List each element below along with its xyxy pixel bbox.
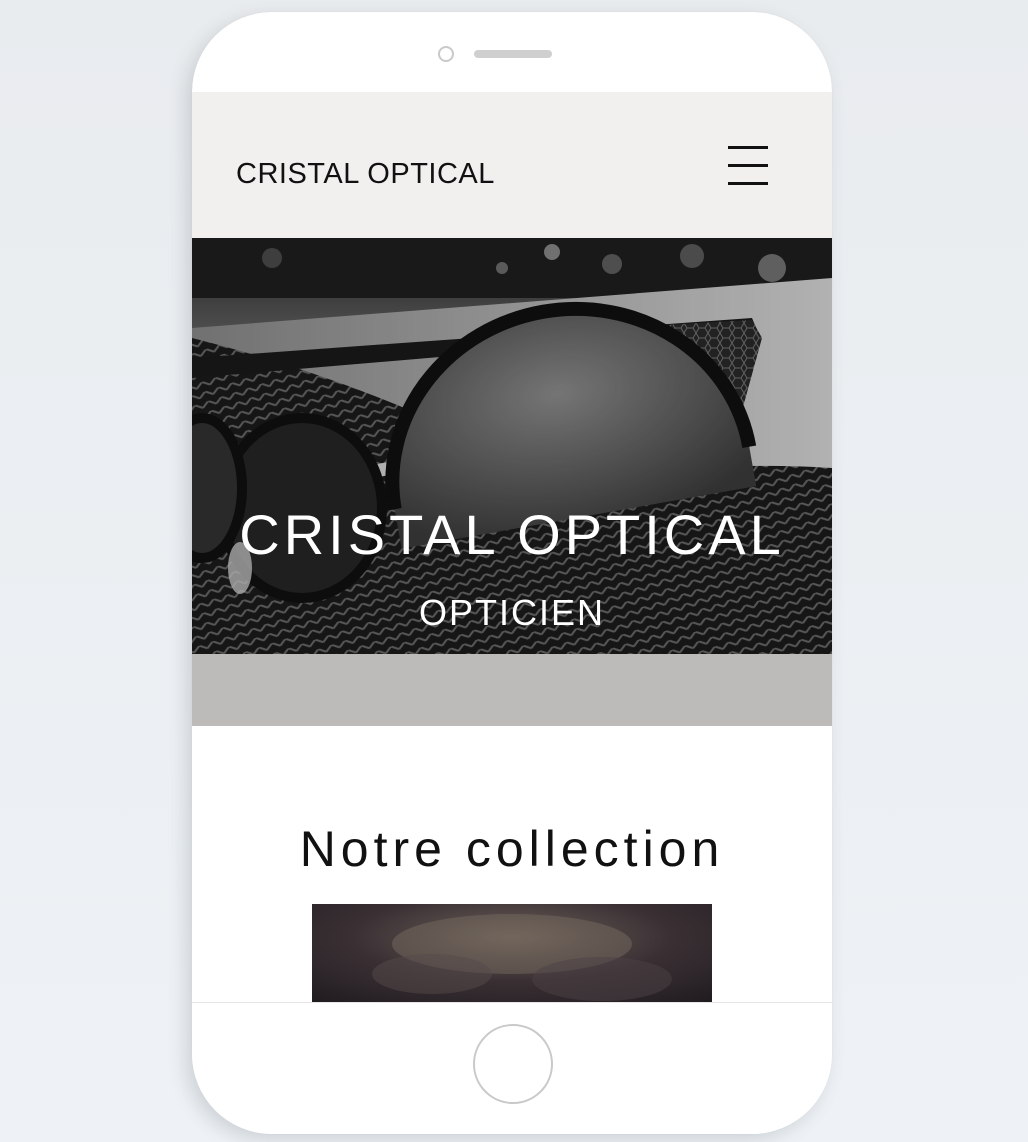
hero-title: CRISTAL OPTICAL [239,503,785,566]
front-camera [438,46,454,62]
phone-screen: CRISTAL OPTICAL CRISTAL OPTICAL OPTICIEN… [192,92,832,1002]
phone-mockup: CRISTAL OPTICAL CRISTAL OPTICAL OPTICIEN… [192,12,832,1134]
earpiece-speaker [474,50,552,58]
home-button[interactable] [473,1024,553,1104]
collection-title: Notre collection [299,821,725,877]
site-header: CRISTAL OPTICAL [192,92,832,238]
grey-band [192,654,832,726]
collection-image[interactable] [312,904,712,1002]
phone-home-area [192,1002,832,1134]
hamburger-menu-icon[interactable] [726,146,770,186]
page-background: CRISTAL OPTICAL CRISTAL OPTICAL OPTICIEN… [0,0,1028,1142]
site-brand[interactable]: CRISTAL OPTICAL [236,158,495,191]
collection-photo [312,904,712,1002]
hero-banner: CRISTAL OPTICAL OPTICIEN [192,238,832,654]
hero-subtitle: OPTICIEN [418,592,605,633]
